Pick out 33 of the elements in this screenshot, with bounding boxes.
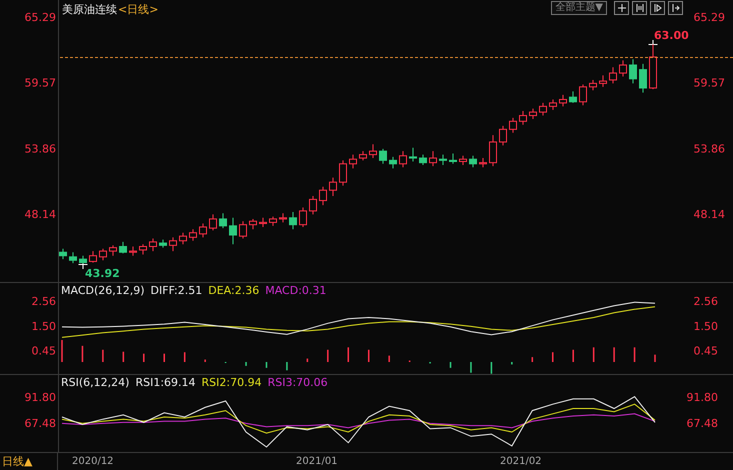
macd-axis-label: 2.56 — [694, 295, 718, 308]
rsi-axis-label: 67.48 — [24, 417, 56, 430]
macd-axis-label: 1.50 — [694, 320, 718, 333]
legend-value: RSI1:69.14 — [135, 376, 196, 390]
instrument-title: 美原油连续 — [62, 3, 117, 16]
macd-axis-label: 0.45 — [694, 344, 718, 358]
price-axis-label: 59.57 — [24, 76, 56, 90]
price-axis-label: 53.86 — [24, 142, 56, 156]
rsi-axis-label: 91.80 — [686, 391, 718, 404]
price-axis-label: 59.57 — [694, 76, 725, 90]
period-tag: <日线> — [118, 3, 158, 16]
price-axis-label: 65.29 — [694, 11, 725, 24]
price-axis-label: 48.14 — [24, 208, 56, 222]
indicator-name: RSI(6,12,24) — [61, 376, 130, 390]
date-axis-label: 2021/02 — [500, 456, 542, 467]
price-axis-label: 48.14 — [694, 208, 725, 222]
high-price-label: 63.00 — [654, 29, 689, 42]
price-axis-label: 65.29 — [24, 11, 56, 24]
macd-axis-label: 1.50 — [32, 320, 56, 333]
rsi-axis-label: 67.48 — [686, 417, 718, 430]
macd-axis-label: 0.45 — [32, 344, 56, 358]
low-price-label: 43.92 — [85, 267, 120, 280]
macd-axis-label: 2.56 — [32, 295, 56, 308]
rsi-axis-label: 91.80 — [24, 391, 56, 404]
legend-value: DEA:2.36 — [208, 284, 260, 298]
date-axis-label: 2021/01 — [296, 456, 338, 467]
legend-value: RSI3:70.06 — [268, 376, 328, 390]
indicator-name: MACD(26,12,9) — [61, 284, 145, 298]
price-axis-label: 53.86 — [694, 142, 725, 156]
legend-value: DIFF:2.51 — [150, 284, 202, 298]
legend-value: MACD:0.31 — [265, 284, 326, 298]
date-axis-label: 2020/12 — [72, 456, 114, 467]
legend-value: RSI2:70.94 — [202, 376, 262, 390]
